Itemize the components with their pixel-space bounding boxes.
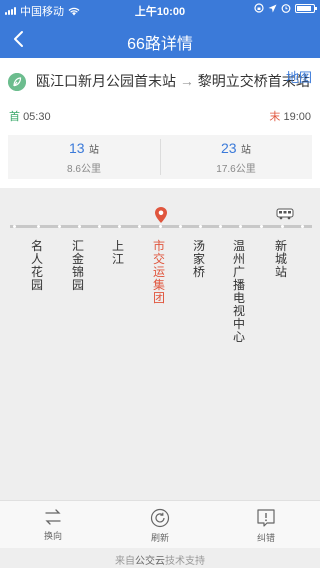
footer-brand[interactable]: 公交云 <box>135 556 165 567</box>
stop-dot <box>98 225 101 228</box>
report-error-label: 纠错 <box>256 533 275 543</box>
stat-distance: 17.6公里 <box>216 164 256 175</box>
stop-dot <box>219 225 222 228</box>
location-arrow-icon <box>268 4 277 12</box>
station-label[interactable]: 汇金锦园 <box>70 240 86 292</box>
stop-dot <box>239 225 242 228</box>
stop-dot <box>78 225 81 228</box>
route-arrow-icon: → <box>179 73 194 89</box>
stat-right: 23 站 17.6公里 <box>160 135 312 179</box>
stat-stop-unit: 站 <box>241 145 252 156</box>
route-card: 瓯江口新月公园首末站 → 黎明立交桥首末站 地图 首 05:30 末 19:00… <box>0 58 320 188</box>
stop-dot <box>179 225 182 228</box>
stat-left: 13 站 8.6公里 <box>8 135 160 179</box>
stat-distance: 8.6公里 <box>67 164 101 175</box>
stop-dot <box>58 225 61 228</box>
last-bus-time: 末 19:00 <box>269 108 311 124</box>
bus-icon <box>276 208 294 220</box>
station-label[interactable]: 市交运集团 <box>151 240 167 305</box>
switch-direction-button[interactable]: 换向 <box>23 508 83 542</box>
status-right <box>254 3 317 13</box>
bottom-toolbar: 换向 刷新 纠错 <box>0 500 320 548</box>
lock-rotation-icon <box>254 3 264 13</box>
station-label[interactable]: 名人花园 <box>29 240 45 292</box>
last-tag: 末 <box>269 111 281 123</box>
stat-stop-count: 23 <box>220 140 237 156</box>
first-time-value: 05:30 <box>23 111 51 123</box>
footer-prefix: 来自 <box>115 556 135 567</box>
stop-dot <box>138 225 141 228</box>
status-bar: 中国移动 上午10:00 <box>0 0 320 20</box>
route-name: 瓯江口新月公园首末站 → 黎明立交桥首末站 <box>36 71 310 91</box>
current-location-pin-icon <box>155 207 167 223</box>
alarm-icon <box>281 4 291 13</box>
refresh-label: 刷新 <box>150 533 169 543</box>
first-tag: 首 <box>9 111 20 123</box>
battery-icon <box>295 3 317 13</box>
station-label[interactable]: 汤家桥 <box>191 240 207 279</box>
switch-direction-label: 换向 <box>43 531 62 541</box>
route-from: 瓯江口新月公园首末站 <box>36 73 176 89</box>
stat-stop-unit: 站 <box>89 145 100 156</box>
stop-dot <box>13 225 16 228</box>
footer-suffix: 技术支持 <box>165 556 205 567</box>
stop-dot <box>199 225 202 228</box>
stop-dot <box>118 225 121 228</box>
stop-dot <box>159 225 162 228</box>
route-leaf-icon <box>8 73 26 91</box>
station-label[interactable]: 温州广播电视中心 <box>231 240 247 344</box>
stop-dot <box>301 225 304 228</box>
last-time-value: 19:00 <box>283 111 311 123</box>
powered-by-footer: 来自公交云技术支持 <box>0 548 320 568</box>
stop-dot <box>260 225 263 228</box>
switch-direction-icon <box>45 509 61 525</box>
report-error-button[interactable]: 纠错 <box>236 508 296 544</box>
nav-bar: 66路详情 <box>0 20 320 58</box>
stat-stop-count: 13 <box>68 140 85 156</box>
map-link[interactable]: 地图 <box>286 67 312 86</box>
page-title: 66路详情 <box>127 36 193 53</box>
station-track[interactable]: 名人花园 汇金锦园 上江 市交运集团 汤家桥 温州广播电视中心 新城站 <box>0 188 320 500</box>
station-label[interactable]: 上江 <box>110 240 126 266</box>
route-stats: 13 站 8.6公里 23 站 17.6公里 <box>8 135 312 179</box>
stop-dot <box>281 225 284 228</box>
station-label[interactable]: 新城站 <box>273 240 289 279</box>
report-error-icon <box>257 509 275 527</box>
refresh-icon <box>150 508 170 528</box>
refresh-button[interactable]: 刷新 <box>130 508 190 544</box>
first-bus-time: 首 05:30 <box>9 108 51 124</box>
stop-dot <box>37 225 40 228</box>
